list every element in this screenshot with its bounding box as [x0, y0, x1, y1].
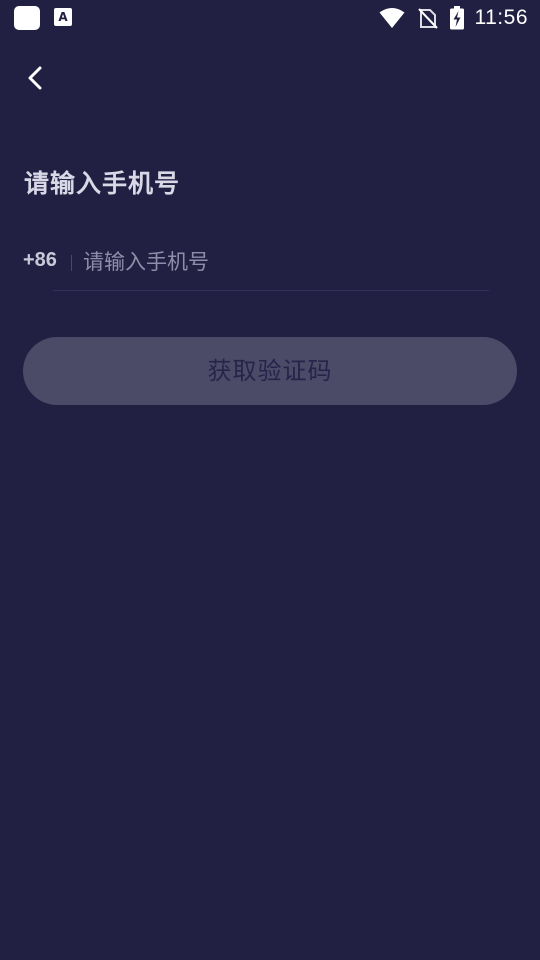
- wifi-icon: [379, 8, 404, 28]
- phone-input[interactable]: [83, 244, 483, 280]
- battery-charging-icon: [449, 6, 464, 30]
- status-bar: A 11:56: [0, 0, 540, 36]
- a-notification-icon: A: [54, 8, 72, 26]
- country-code[interactable]: +86: [23, 249, 57, 272]
- get-verification-code-button[interactable]: 获取验证码: [23, 337, 517, 405]
- clock-time: 11:56: [474, 6, 528, 29]
- back-button[interactable]: [18, 60, 52, 96]
- status-indicators: 11:56: [379, 4, 529, 32]
- login-phone-page: A 11:56 请输入手机号 +86 获取验证码: [0, 0, 540, 960]
- input-underline: [53, 290, 489, 291]
- app-notification-icon: [14, 6, 40, 30]
- phone-input-row: +86: [23, 240, 489, 292]
- page-title: 请输入手机号: [24, 169, 181, 198]
- chevron-left-icon: [28, 66, 42, 90]
- code-divider: [71, 255, 72, 271]
- no-sim-icon: [417, 8, 438, 29]
